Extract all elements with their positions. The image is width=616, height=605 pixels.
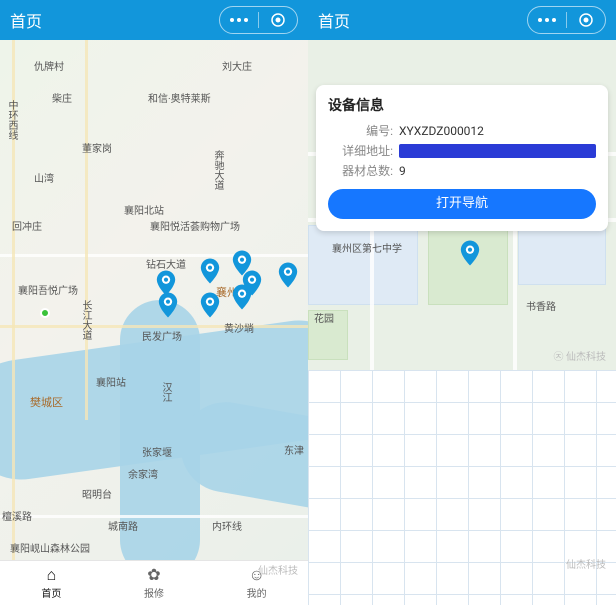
map-pin-icon[interactable]: [200, 292, 220, 318]
map-label: 书香路: [526, 298, 556, 313]
map-label: 和信·奥特莱斯: [148, 90, 211, 105]
miniprogram-capsule: [219, 6, 298, 34]
phone-left: 首页 仇牌村柴庄 刘大庄和信·奥特莱斯董家岗山湾回冲庄 襄阳北站襄阳悦活荟购物广场钻…: [0, 0, 308, 605]
nav-label: 我的: [247, 585, 267, 600]
map-block: [308, 225, 418, 305]
watermark: 仙杰科技: [258, 562, 298, 577]
map-pin-icon[interactable]: [460, 240, 480, 266]
page-title: 首页: [318, 8, 350, 32]
miniprogram-capsule: [527, 6, 606, 34]
map-label: 余家湾: [128, 466, 158, 481]
nav-label: 报修: [144, 585, 164, 600]
map-label: 仇牌村: [34, 58, 64, 73]
redacted-value: [399, 144, 596, 158]
capsule-menu-button[interactable]: [220, 7, 258, 33]
nav-item-首页[interactable]: ⌂ 首页: [0, 561, 103, 605]
map-label: 回冲庄: [12, 218, 42, 233]
map-label: 张家堰: [142, 444, 172, 459]
map-label: 城南路: [108, 518, 138, 533]
map-label: 内环线: [212, 518, 242, 533]
info-title: 设备信息: [328, 95, 596, 115]
map-view[interactable]: 设备信息 编号:XYXZDZ000012详细地址:器材总数:9 打开导航 民发世…: [308, 40, 616, 370]
header: 首页: [308, 0, 616, 40]
map-pin-icon[interactable]: [158, 292, 178, 318]
map-block: [518, 225, 606, 285]
map-label: 东津: [284, 442, 304, 457]
header: 首页: [0, 0, 308, 40]
capsule-menu-button[interactable]: [528, 7, 566, 33]
map-label: 山湾: [34, 170, 54, 185]
map-label: 襄阳吾悦广场: [18, 282, 78, 297]
map-label: 襄阳悦活荟购物广场: [150, 218, 240, 233]
map-label: 钻石大道: [146, 256, 186, 271]
watermark: 仙杰科技: [566, 556, 606, 571]
map-label: 襄州区第七中学: [332, 240, 402, 255]
map-label: 汉江: [158, 382, 173, 402]
map-label: 襄阳北站: [124, 202, 164, 217]
map-label: 董家岗: [82, 140, 112, 155]
capsule-close-button[interactable]: [259, 7, 297, 33]
info-row: 编号: XYXZDZ000012: [328, 121, 596, 141]
home-icon: ⌂: [47, 567, 57, 583]
current-location-dot: [40, 308, 50, 318]
info-label: 详细地址:: [328, 141, 393, 161]
map-label: 奔驰大道: [210, 150, 225, 190]
map-label: 中环西线: [4, 100, 19, 140]
map-view[interactable]: 仇牌村柴庄 刘大庄和信·奥特莱斯董家岗山湾回冲庄 襄阳北站襄阳悦活荟购物广场钻石大道…: [0, 40, 308, 560]
map-label: 花园: [314, 310, 334, 325]
road: [85, 40, 88, 420]
map-pin-icon[interactable]: [232, 284, 252, 310]
map-label: 襄阳站: [96, 374, 126, 389]
nav-item-报修[interactable]: ✿ 报修: [103, 561, 206, 605]
map-label: 襄阳岘山森林公园: [10, 540, 90, 555]
road: [0, 515, 308, 518]
info-label: 器材总数:: [328, 161, 393, 181]
map-label: 民发广场: [142, 328, 182, 343]
map-label: 柴庄: [52, 90, 72, 105]
map-label: 黄沙埫: [224, 320, 254, 335]
map-pin-icon[interactable]: [200, 258, 220, 284]
nav-label: 首页: [41, 585, 61, 600]
repair-icon: ✿: [147, 567, 160, 583]
map-pin-icon[interactable]: [278, 262, 298, 288]
info-label: 编号:: [328, 121, 393, 141]
info-value: 9: [399, 161, 596, 181]
info-value: XYXZDZ000012: [399, 121, 596, 141]
device-info-card: 设备信息 编号: XYXZDZ000012 详细地址:器材总数: 9 打开导航: [316, 85, 608, 231]
phone-right: 首页 设备信息 编号:XYXZDZ000012详细地址:器材总数:9 打开导航 …: [308, 0, 616, 605]
watermark: ㉨ 仙杰科技: [554, 348, 606, 363]
capsule-close-button[interactable]: [567, 7, 605, 33]
map-label: 刘大庄: [222, 58, 252, 73]
open-navigation-button[interactable]: 打开导航: [328, 189, 596, 219]
page-title: 首页: [10, 8, 42, 32]
map-label: 樊城区: [30, 394, 63, 410]
map-label: 昭明台: [82, 486, 112, 501]
info-row: 详细地址:: [328, 141, 596, 161]
map-label: 檀溪路: [2, 508, 32, 523]
info-row: 器材总数: 9: [328, 161, 596, 181]
map-label: 长江大道: [78, 300, 93, 340]
